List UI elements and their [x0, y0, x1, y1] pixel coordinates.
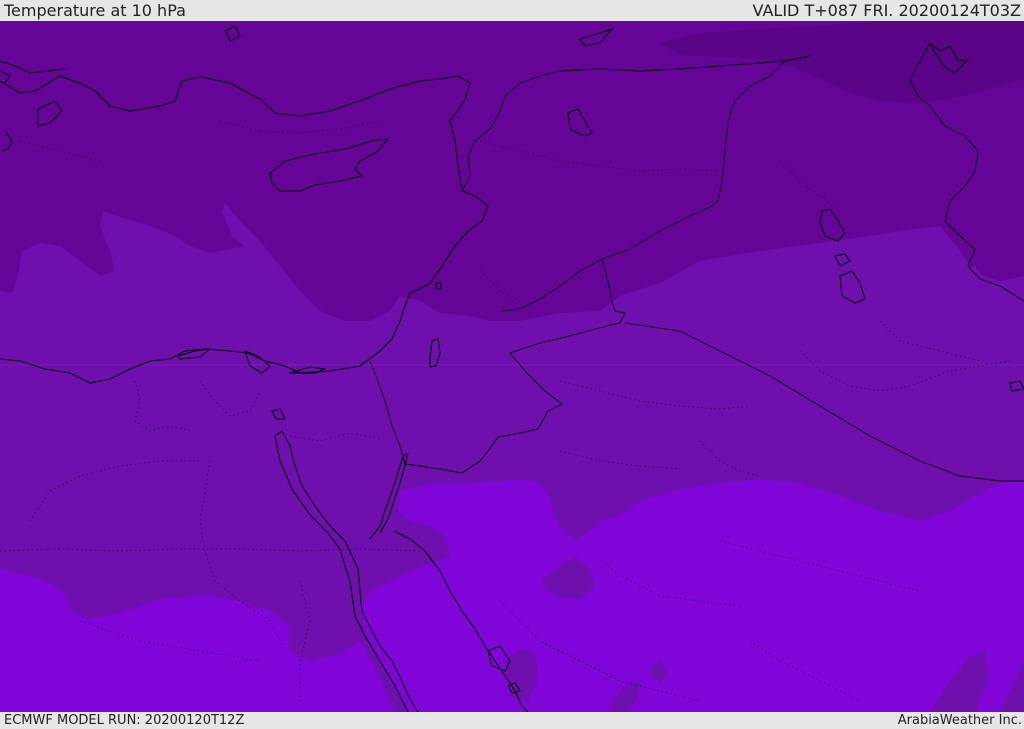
header-bar: Temperature at 10 hPa VALID T+087 FRI. 2… [0, 0, 1024, 21]
footer-bar: ECMWF MODEL RUN: 20200120T12Z ArabiaWeat… [0, 712, 1024, 729]
map-title: Temperature at 10 hPa [4, 1, 186, 20]
valid-time: VALID T+087 FRI. 20200124T03Z [752, 1, 1021, 20]
map-canvas [0, 21, 1024, 712]
credit-label: ArabiaWeather Inc. [897, 713, 1022, 728]
model-run-label: ECMWF MODEL RUN: 20200120T12Z [4, 713, 245, 728]
weather-map[interactable] [0, 21, 1024, 712]
